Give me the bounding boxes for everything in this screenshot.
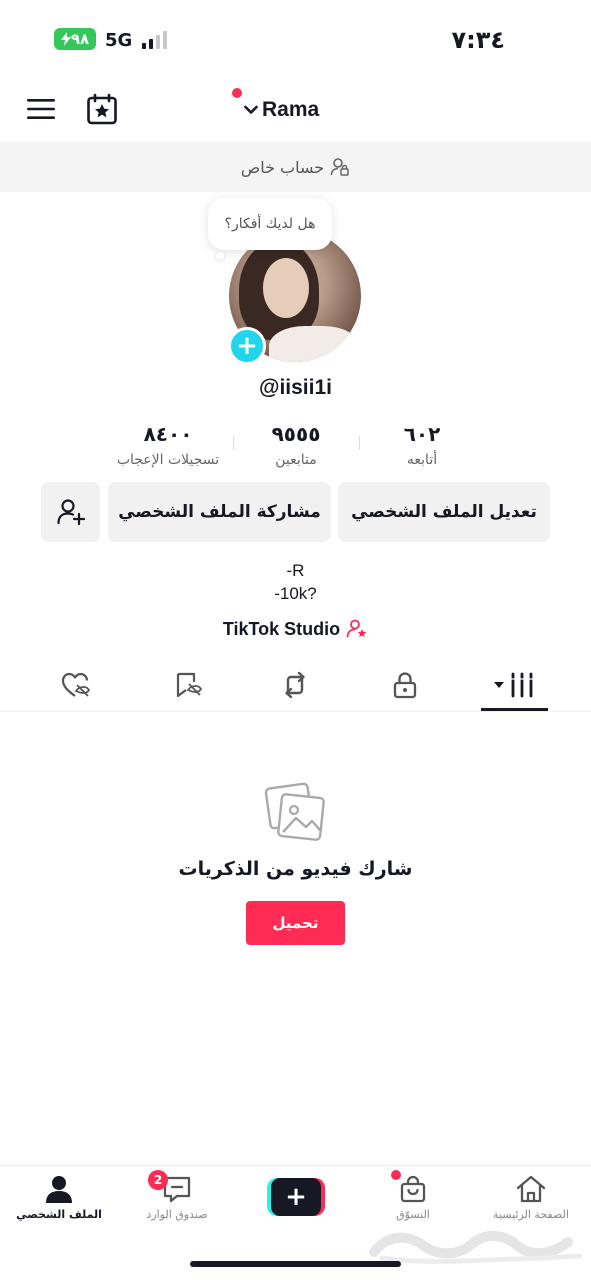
edit-profile-button[interactable]: تعديل الملف الشخصي xyxy=(338,482,550,542)
thought-bubble-tail xyxy=(216,252,224,260)
upload-button[interactable]: تحميل xyxy=(246,901,345,945)
likes-count: ٨٤٠٠ xyxy=(143,422,193,446)
menu-button[interactable] xyxy=(26,94,56,124)
likes-label: تسجيلات الإعجاب xyxy=(116,452,220,468)
network-type: 5G xyxy=(105,30,133,51)
battery-level: ٩٨ xyxy=(70,30,90,48)
add-friend-button[interactable] xyxy=(41,482,100,542)
shop-notification-dot xyxy=(391,1170,401,1180)
notification-dot xyxy=(232,88,242,98)
username: Rama xyxy=(262,98,320,121)
heart-hidden-icon xyxy=(61,672,90,697)
bio-line: -R xyxy=(286,561,305,580)
bookmark-hidden-icon xyxy=(176,672,203,698)
calendar-button[interactable] xyxy=(85,92,119,126)
charging-bolt-icon xyxy=(60,32,71,46)
profile-handle: @iisii1i xyxy=(258,376,332,399)
tab-favorites[interactable] xyxy=(168,668,208,702)
add-friend-icon xyxy=(56,499,85,526)
nav-home[interactable]: الصفحة الرئيسية xyxy=(476,1174,586,1221)
nav-home-label: الصفحة الرئيسية xyxy=(493,1208,569,1221)
private-account-banner[interactable]: حساب خاص xyxy=(0,142,591,192)
shopping-bag-icon xyxy=(400,1175,426,1203)
user-star-icon xyxy=(346,619,367,638)
hamburger-icon xyxy=(27,99,55,119)
nav-inbox-label: صندوق الوارد xyxy=(146,1208,208,1221)
private-user-lock-icon xyxy=(330,158,349,176)
profile-icon xyxy=(46,1176,72,1203)
tab-videos[interactable] xyxy=(490,668,538,702)
plus-icon: + xyxy=(271,1178,321,1216)
photos-icon xyxy=(264,780,328,844)
tab-reposts[interactable] xyxy=(275,668,315,702)
followers-stat[interactable]: ٩٥٥٥ متابعين xyxy=(226,422,366,468)
haraj-watermark xyxy=(369,1231,583,1264)
account-switcher[interactable]: Rama xyxy=(232,88,320,126)
active-tab-indicator xyxy=(481,708,548,711)
chevron-down-icon xyxy=(244,105,258,114)
nav-shop-label: التسوّق xyxy=(396,1208,430,1221)
repost-icon xyxy=(285,671,305,699)
add-photo-button[interactable]: + xyxy=(228,327,266,365)
private-account-label: حساب خاص xyxy=(240,157,325,177)
nav-shop[interactable]: التسوّق xyxy=(358,1170,468,1221)
home-indicator xyxy=(190,1261,401,1267)
followers-label: متابعين xyxy=(275,452,317,468)
following-stat[interactable]: ٦٠٢ أتابعه xyxy=(352,422,492,468)
tab-liked[interactable] xyxy=(55,668,95,702)
following-label: أتابعه xyxy=(406,452,438,468)
create-button[interactable]: + xyxy=(267,1178,325,1216)
battery-indicator: ٩٨ xyxy=(54,28,96,50)
inbox-badge: 2 xyxy=(148,1170,168,1190)
tiktok-studio-link[interactable]: TikTok Studio xyxy=(0,618,591,640)
tiktok-studio-label: TikTok Studio xyxy=(222,618,341,639)
share-profile-button[interactable]: مشاركة الملف الشخصي xyxy=(108,482,331,542)
nav-profile[interactable]: الملف الشخصي xyxy=(4,1174,114,1221)
home-icon xyxy=(516,1175,546,1203)
grid-icon xyxy=(494,672,534,698)
thought-bubble[interactable]: هل لديك أفكار؟ xyxy=(208,198,332,250)
bio-line: -10k? xyxy=(274,584,317,603)
nav-profile-label: الملف الشخصي xyxy=(16,1208,102,1221)
profile-header: Rama xyxy=(0,80,591,140)
lock-icon xyxy=(393,672,417,699)
content-tabs xyxy=(0,660,591,712)
following-count: ٦٠٢ xyxy=(403,422,441,446)
calendar-star-icon xyxy=(87,93,117,125)
nav-inbox[interactable]: 2 صندوق الوارد xyxy=(122,1170,232,1221)
followers-count: ٩٥٥٥ xyxy=(271,422,321,446)
signal-icon xyxy=(142,31,172,49)
empty-state-title: شارك فيديو من الذكريات xyxy=(178,858,413,880)
clock: ٧:٣٤ xyxy=(451,26,505,54)
likes-stat[interactable]: ٨٤٠٠ تسجيلات الإعجاب xyxy=(98,422,238,468)
status-bar: ٩٨ 5G ٧:٣٤ xyxy=(0,0,591,80)
tab-private[interactable] xyxy=(385,668,425,702)
